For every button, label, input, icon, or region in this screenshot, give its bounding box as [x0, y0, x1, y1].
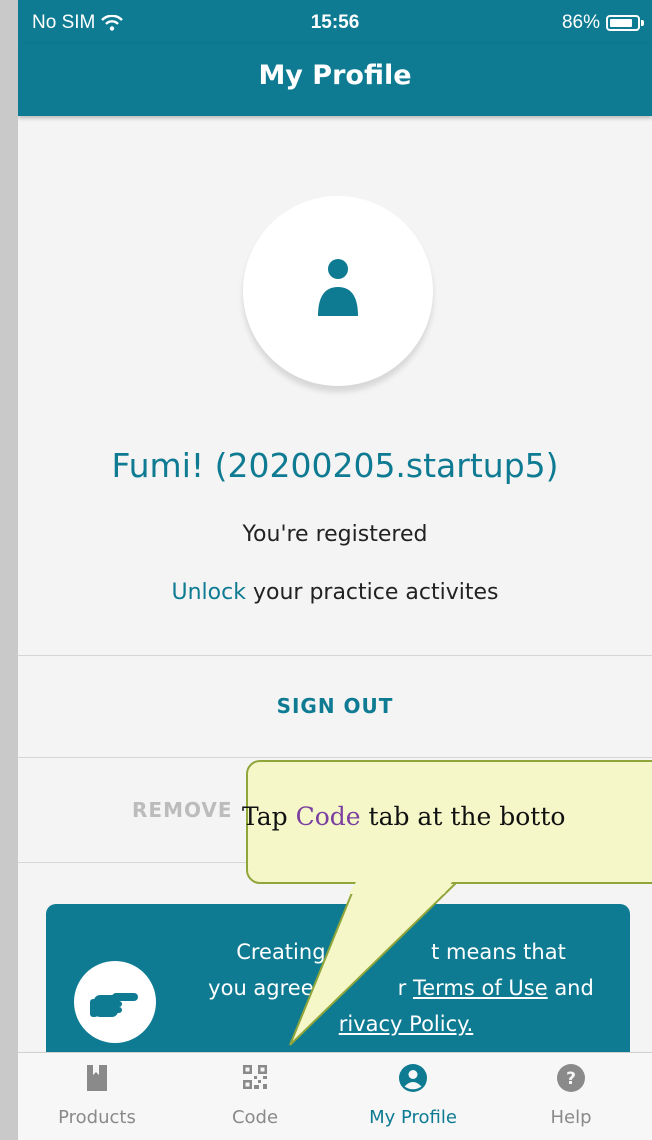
tab-code[interactable]: Code: [176, 1053, 334, 1140]
tab-label: Products: [58, 1107, 136, 1128]
book-icon: [87, 1065, 107, 1091]
pointing-hand-icon: [90, 993, 138, 1017]
tab-my-profile[interactable]: My Profile: [334, 1053, 492, 1140]
avatar[interactable]: [243, 196, 433, 386]
terms-text-fragment: t means that: [431, 940, 566, 964]
tab-bar: Products Code My Profile ? Help: [18, 1052, 652, 1140]
tab-label: Help: [550, 1107, 592, 1128]
battery-icon: [606, 15, 644, 31]
unlock-link[interactable]: Unlock: [172, 580, 246, 605]
status-bar: No SIM 15:56 86%: [18, 0, 652, 44]
unlock-message-text: your practice activites: [245, 580, 499, 605]
tab-label: My Profile: [369, 1107, 457, 1128]
terms-text: Creating a t means that you agree r Terms o…: [186, 934, 616, 1042]
remove-button[interactable]: REMOVE: [132, 798, 233, 822]
tab-products[interactable]: Products: [18, 1053, 176, 1140]
battery-group: 86%: [561, 12, 644, 34]
terms-of-use-link[interactable]: Terms of Use: [413, 976, 548, 1000]
tutorial-highlight: Code: [295, 802, 361, 831]
registration-status: You're registered: [242, 522, 428, 547]
terms-text-fragment: Creating a: [236, 940, 346, 964]
phone-screen: No SIM 15:56 86% My Profile Fumi! (20200…: [18, 0, 652, 1140]
privacy-policy-link[interactable]: rivacy Policy.: [339, 1012, 474, 1036]
person-circle-icon: [399, 1064, 427, 1092]
svg-text:?: ?: [566, 1069, 576, 1089]
person-icon: [318, 259, 358, 316]
divider: [18, 757, 652, 758]
page-title: My Profile: [258, 60, 412, 91]
battery-percent: 86%: [561, 12, 600, 33]
tab-help[interactable]: ? Help: [492, 1053, 650, 1140]
tutorial-text-fragment: tab at the botto: [360, 802, 566, 831]
status-time: 15:56: [310, 12, 360, 33]
tutorial-text: Tap Code tab at the botto: [242, 802, 565, 831]
terms-text-fragment: you agree: [208, 976, 314, 1000]
help-icon: ?: [557, 1064, 585, 1092]
tab-label: Code: [231, 1107, 279, 1128]
hand-circle: [74, 961, 156, 1043]
terms-text-fragment: and: [547, 976, 594, 1000]
terms-text-fragment: r: [397, 976, 413, 1000]
tutorial-text-fragment: Tap: [242, 802, 296, 831]
nav-bar: My Profile: [18, 44, 652, 116]
profile-name: Fumi! (20200205.startup5): [111, 446, 559, 485]
qr-code-icon: [243, 1065, 267, 1089]
unlock-message: Unlock your practice activites: [18, 580, 652, 605]
sign-out-button[interactable]: SIGN OUT: [18, 656, 652, 756]
